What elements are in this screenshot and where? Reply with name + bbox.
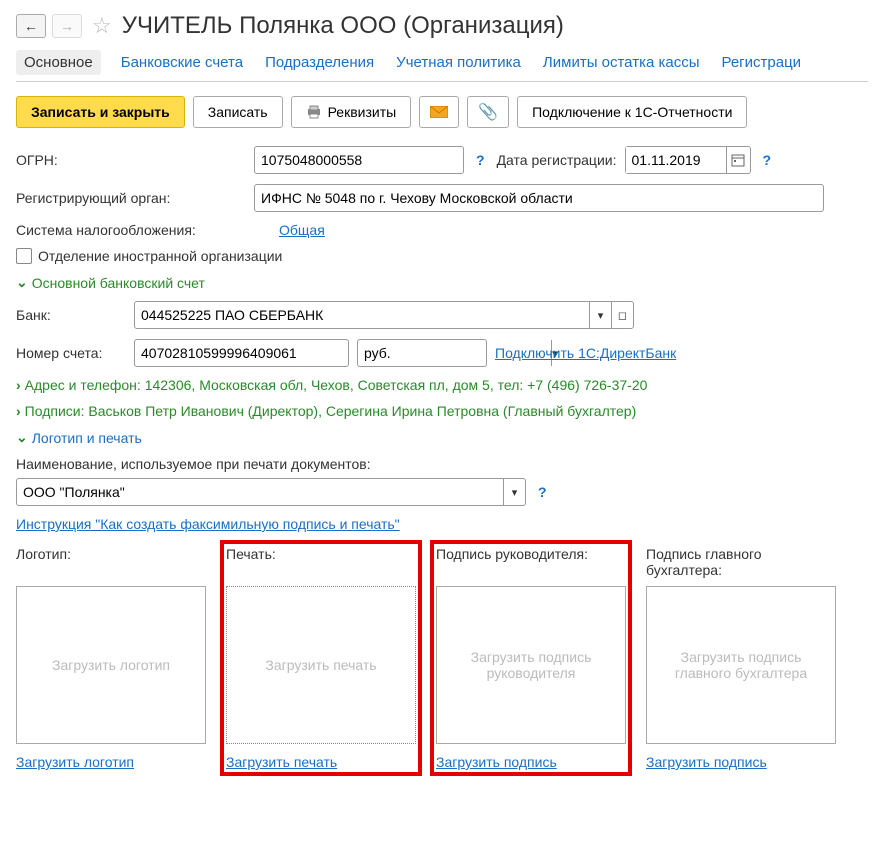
chevron-down-icon: ⌄ xyxy=(16,274,28,291)
paperclip-icon: 📎 xyxy=(478,102,498,122)
upload-sig-acc-label: Подпись главного бухгалтера: xyxy=(646,546,836,582)
toolbar: Записать и закрыть Записать Реквизиты 📎 … xyxy=(16,96,868,128)
upload-grid: Логотип: Загрузить логотип Загрузить лог… xyxy=(16,546,868,770)
print-name-combo: ▾ xyxy=(16,478,526,506)
bank-open-icon[interactable]: ◻ xyxy=(611,302,633,328)
nav-forward-button[interactable]: → xyxy=(52,14,82,38)
calendar-icon[interactable] xyxy=(726,147,750,173)
attachment-button[interactable]: 📎 xyxy=(467,96,509,128)
upload-sig-head-link[interactable]: Загрузить подпись xyxy=(436,754,626,770)
ogrn-input[interactable] xyxy=(254,146,464,174)
account-label: Номер счета: xyxy=(16,345,126,361)
expander-signatures-label: Подписи: Васьков Петр Иванович (Директор… xyxy=(25,403,637,419)
upload-sig-head-box[interactable]: Загрузить подпись руководителя xyxy=(436,586,626,744)
print-name-input[interactable] xyxy=(17,479,503,505)
upload-col-sig-head: Подпись руководителя: Загрузить подпись … xyxy=(436,546,626,770)
printer-icon xyxy=(306,105,322,119)
expander-logo-stamp-label: Логотип и печать xyxy=(32,430,142,446)
upload-col-stamp: Печать: Загрузить печать Загрузить печат… xyxy=(226,546,416,770)
upload-col-sig-acc: Подпись главного бухгалтера: Загрузить п… xyxy=(646,546,836,770)
expander-address[interactable]: › Адрес и телефон: 142306, Московская об… xyxy=(16,377,868,393)
tab-registrations[interactable]: Регистраци xyxy=(719,50,803,75)
upload-logo-box[interactable]: Загрузить логотип xyxy=(16,586,206,744)
reg-body-input[interactable] xyxy=(254,184,824,212)
upload-logo-label: Логотип: xyxy=(16,546,206,582)
direct-bank-link[interactable]: Подключить 1С:ДиректБанк xyxy=(495,345,676,361)
tab-accounting-policy[interactable]: Учетная политика xyxy=(394,50,523,75)
upload-stamp-box[interactable]: Загрузить печать xyxy=(226,586,416,744)
email-icon xyxy=(430,106,448,118)
tax-system-label: Система налогообложения: xyxy=(16,222,271,238)
foreign-branch-checkbox[interactable] xyxy=(16,248,32,264)
tab-cash-limits[interactable]: Лимиты остатка кассы xyxy=(541,50,702,75)
expander-bank-account[interactable]: ⌄ Основной банковский счет xyxy=(16,274,868,291)
tab-bank-accounts[interactable]: Банковские счета xyxy=(119,50,245,75)
requisites-label: Реквизиты xyxy=(328,104,397,120)
upload-col-logo: Логотип: Загрузить логотип Загрузить лог… xyxy=(16,546,206,770)
tab-divisions[interactable]: Подразделения xyxy=(263,50,376,75)
foreign-branch-label: Отделение иностранной организации xyxy=(38,248,282,264)
favorite-star-icon[interactable]: ☆ xyxy=(92,13,112,39)
upload-sig-acc-box[interactable]: Загрузить подпись главного бухгалтера xyxy=(646,586,836,744)
print-name-help-icon[interactable]: ? xyxy=(534,484,551,500)
write-and-close-button[interactable]: Записать и закрыть xyxy=(16,96,185,128)
requisites-button[interactable]: Реквизиты xyxy=(291,96,412,128)
write-button[interactable]: Записать xyxy=(193,96,283,128)
account-input[interactable] xyxy=(134,339,349,367)
connect-reporting-button[interactable]: Подключение к 1С-Отчетности xyxy=(517,96,747,128)
nav-back-button[interactable]: ← xyxy=(16,14,46,38)
expander-signatures[interactable]: › Подписи: Васьков Петр Иванович (Директ… xyxy=(16,403,868,419)
print-name-dropdown-icon[interactable]: ▾ xyxy=(503,479,525,505)
expander-logo-stamp[interactable]: ⌄ Логотип и печать xyxy=(16,429,868,446)
chevron-right-icon: › xyxy=(16,403,21,419)
currency-combo: ▾ xyxy=(357,339,487,367)
chevron-right-icon: › xyxy=(16,377,21,393)
reg-body-label: Регистрирующий орган: xyxy=(16,190,246,206)
bank-input[interactable] xyxy=(135,302,589,328)
upload-stamp-link[interactable]: Загрузить печать xyxy=(226,754,416,770)
reg-date-help-icon[interactable]: ? xyxy=(759,152,776,168)
ogrn-help-icon[interactable]: ? xyxy=(472,152,489,168)
email-button[interactable] xyxy=(419,96,459,128)
expander-bank-account-label: Основной банковский счет xyxy=(32,275,205,291)
upload-logo-link[interactable]: Загрузить логотип xyxy=(16,754,206,770)
ogrn-label: ОГРН: xyxy=(16,152,246,168)
reg-date-label: Дата регистрации: xyxy=(497,152,617,168)
tabs-bar: Основное Банковские счета Подразделения … xyxy=(16,50,868,82)
tab-main[interactable]: Основное xyxy=(16,50,101,75)
tax-system-link[interactable]: Общая xyxy=(279,222,325,238)
print-name-label: Наименование, используемое при печати до… xyxy=(16,456,868,472)
chevron-down-icon: ⌄ xyxy=(16,429,28,446)
reg-date-input[interactable] xyxy=(626,147,726,173)
bank-combo: ▾ ◻ xyxy=(134,301,634,329)
upload-stamp-label: Печать: xyxy=(226,546,416,582)
bank-dropdown-icon[interactable]: ▾ xyxy=(589,302,611,328)
upload-sig-head-label: Подпись руководителя: xyxy=(436,546,626,582)
expander-address-label: Адрес и телефон: 142306, Московская обл,… xyxy=(25,377,648,393)
reg-date-input-wrap xyxy=(625,146,751,174)
bank-label: Банк: xyxy=(16,307,126,323)
page-title: УЧИТЕЛЬ Полянка ООО (Организация) xyxy=(122,12,564,40)
instruction-link[interactable]: Инструкция "Как создать факсимильную под… xyxy=(16,516,400,532)
upload-sig-acc-link[interactable]: Загрузить подпись xyxy=(646,754,836,770)
